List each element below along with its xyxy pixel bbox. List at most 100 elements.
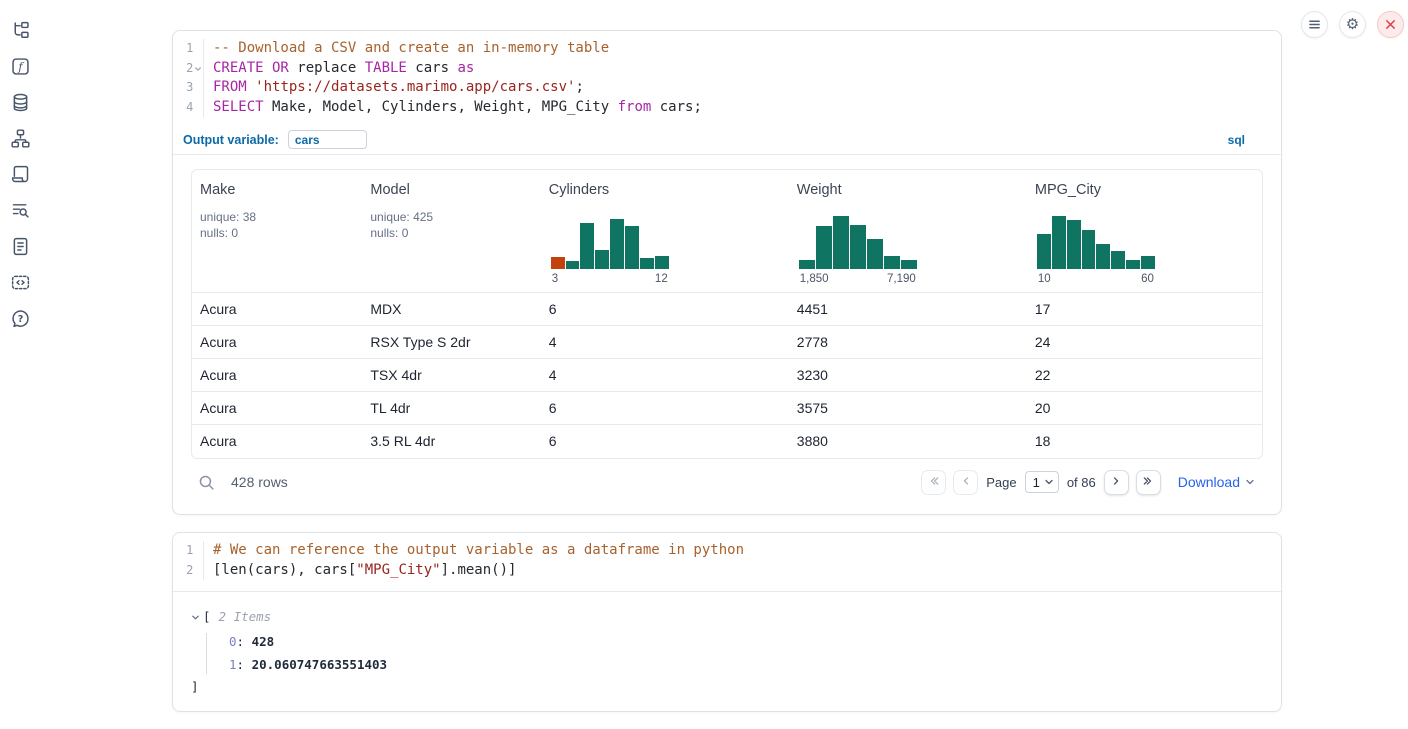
column-histogram: 1,8507,190 <box>799 216 917 285</box>
hist-bar <box>566 261 580 269</box>
column-header-cylinders[interactable]: Cylinders 312 <box>541 170 789 292</box>
logs-icon[interactable] <box>10 200 31 221</box>
page-select-value: 1 <box>1033 475 1040 490</box>
table-row[interactable]: AcuraTL 4dr6357520 <box>192 392 1262 425</box>
table-cell: TL 4dr <box>362 400 540 416</box>
code-line: 3FROM 'https://datasets.marimo.app/cars.… <box>173 78 1281 98</box>
file-tree-icon[interactable] <box>10 20 31 41</box>
table-cell: Acura <box>192 367 362 383</box>
chevrons-right-icon <box>1141 474 1155 491</box>
python-cell: 1# We can reference the output variable … <box>172 532 1282 712</box>
column-header-model[interactable]: Modelunique: 425nulls: 0 <box>362 170 540 292</box>
hist-bar <box>1067 220 1081 269</box>
table-row[interactable]: Acura3.5 RL 4dr6388018 <box>192 425 1262 458</box>
help-icon[interactable]: ? <box>10 308 31 329</box>
histogram-axis-labels: 312 <box>551 273 669 285</box>
hist-bar <box>595 250 609 269</box>
last-page-button[interactable] <box>1136 470 1161 495</box>
sql-cell: 1-- Download a CSV and create an in-memo… <box>172 30 1282 515</box>
hist-bar <box>901 260 917 269</box>
output-variable-input[interactable] <box>288 130 367 149</box>
table-row[interactable]: AcuraTSX 4dr4323022 <box>192 359 1262 392</box>
chevron-right-icon <box>1109 474 1123 491</box>
code-line: 1-- Download a CSV and create an in-memo… <box>173 39 1281 59</box>
column-header-make[interactable]: Makeunique: 38nulls: 0 <box>192 170 362 292</box>
line-number-gutter: 4 <box>173 98 204 118</box>
download-label: Download <box>1178 474 1240 490</box>
column-stats: unique: 38nulls: 0 <box>200 209 362 242</box>
entry-index: 1 <box>229 657 237 672</box>
table-cell: 17 <box>1027 301 1262 317</box>
dependency-graph-icon[interactable] <box>10 128 31 149</box>
table-cell: TSX 4dr <box>362 367 540 383</box>
download-button[interactable]: Download <box>1178 474 1255 490</box>
hist-bar <box>799 260 815 269</box>
column-stat: unique: 425 <box>370 209 540 226</box>
tree-header[interactable]: [2 Items <box>191 607 1281 627</box>
column-name: Cylinders <box>549 182 789 198</box>
documentation-icon[interactable] <box>10 236 31 257</box>
table-cell: 20 <box>1027 400 1262 416</box>
menu-button[interactable] <box>1301 11 1328 38</box>
fold-chevron-icon[interactable] <box>193 59 203 79</box>
tree-entries: 0: 4281: 20.060747663551403 <box>191 631 1281 676</box>
histogram-bars <box>1037 216 1155 269</box>
column-stats: unique: 425nulls: 0 <box>370 209 540 242</box>
hist-bar <box>1082 230 1096 269</box>
page-select[interactable]: 1 <box>1025 471 1059 493</box>
table-cell: 4 <box>541 367 789 383</box>
histogram-bars <box>799 216 917 269</box>
hist-bar <box>816 226 832 269</box>
fold-spacer <box>193 78 203 98</box>
table-cell: 2778 <box>789 334 1027 350</box>
hist-bar <box>1096 244 1110 269</box>
svg-text:f: f <box>17 59 24 73</box>
prev-page-button[interactable] <box>953 470 978 495</box>
tree-entry: 0: 428 <box>191 631 1281 654</box>
items-count-label: 2 Items <box>219 607 272 627</box>
table-row[interactable]: AcuraRSX Type S 2dr4277824 <box>192 326 1262 359</box>
gear-icon: ⚙ <box>1346 17 1359 32</box>
code-text: -- Download a CSV and create an in-memor… <box>204 39 609 59</box>
menu-icon <box>1308 18 1321 31</box>
line-number: 3 <box>173 78 193 98</box>
hist-bar <box>833 216 849 269</box>
chevron-down-icon[interactable] <box>191 613 200 622</box>
table-cell: Acura <box>192 301 362 317</box>
table-cell: MDX <box>362 301 540 317</box>
python-code-editor[interactable]: 1# We can reference the output variable … <box>173 533 1281 592</box>
line-number-gutter: 1 <box>173 39 204 59</box>
column-header-mpg_city[interactable]: MPG_City1060 <box>1027 170 1262 292</box>
histogram-axis-labels: 1,8507,190 <box>799 273 917 285</box>
sidebar: f? <box>10 20 31 329</box>
snippets-icon[interactable] <box>10 272 31 293</box>
next-page-button[interactable] <box>1104 470 1129 495</box>
sql-code-editor[interactable]: 1-- Download a CSV and create an in-memo… <box>173 31 1281 126</box>
hist-bar <box>551 257 565 269</box>
histogram-axis-labels: 1060 <box>1037 273 1155 285</box>
code-text: SELECT Make, Model, Cylinders, Weight, M… <box>204 98 702 118</box>
axis-label: 12 <box>655 273 668 285</box>
search-icon[interactable] <box>198 474 215 491</box>
scratchpad-icon[interactable] <box>10 164 31 185</box>
first-page-button[interactable] <box>921 470 946 495</box>
shutdown-button[interactable] <box>1377 11 1404 38</box>
table-cell: 22 <box>1027 367 1262 383</box>
column-header-weight[interactable]: Weight1,8507,190 <box>789 170 1027 292</box>
column-stat: nulls: 0 <box>370 225 540 242</box>
line-number: 1 <box>173 541 193 561</box>
functions-icon[interactable]: f <box>10 56 31 77</box>
table-cell: Acura <box>192 433 362 449</box>
table-row[interactable]: AcuraMDX6445117 <box>192 293 1262 326</box>
fold-spacer <box>193 561 203 581</box>
fold-spacer <box>193 98 203 118</box>
datasources-icon[interactable] <box>10 92 31 113</box>
table-cell: 3880 <box>789 433 1027 449</box>
open-bracket: [ <box>203 607 211 627</box>
entry-colon: : <box>237 634 252 649</box>
chevrons-left-icon <box>927 474 941 491</box>
hist-bar <box>655 256 669 269</box>
settings-button[interactable]: ⚙ <box>1339 11 1366 38</box>
histogram-bars <box>551 216 669 269</box>
svg-text:?: ? <box>18 314 24 325</box>
